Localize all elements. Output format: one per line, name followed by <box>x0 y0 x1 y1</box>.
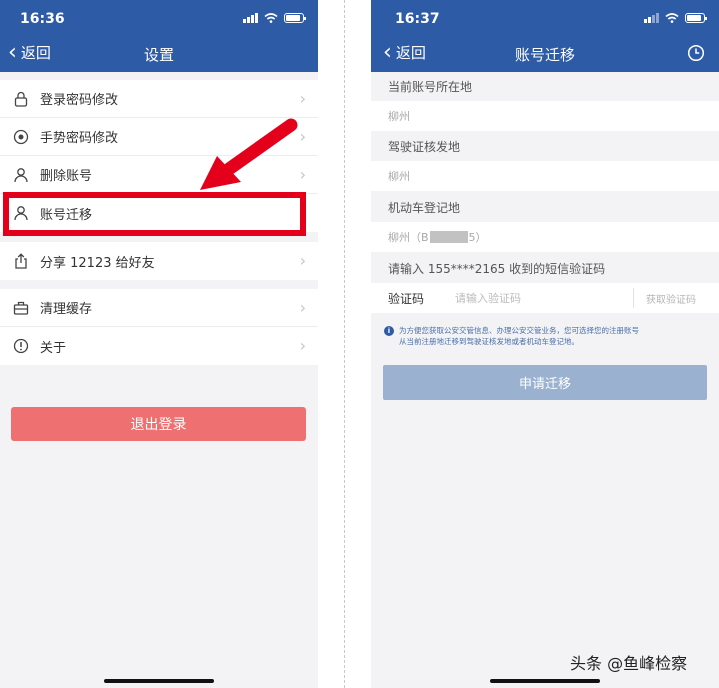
notice-line-2: 从当前注册地迁移到驾驶证核发地或者机动车登记地。 <box>399 337 579 346</box>
red-arrow-icon <box>200 118 298 190</box>
chevron-right-icon: › <box>299 127 306 146</box>
info-icon: i <box>384 326 394 336</box>
chevron-right-icon: › <box>299 251 306 270</box>
notice-line-1: 为方便您获取公安交管信息、办理公安交管业务，您可选择您的注册账号 <box>399 326 639 335</box>
menu-item-account-migration[interactable]: 账号迁移 <box>0 194 318 232</box>
top-bar: 16:37 ‹ 返回 账号迁移 <box>371 0 719 72</box>
field-separator <box>633 288 634 308</box>
signal-icon <box>644 13 659 23</box>
vehicle-reg-suffix: 5） <box>468 231 487 244</box>
status-time: 16:36 <box>20 11 65 27</box>
home-indicator <box>490 679 600 683</box>
menu-item-login-password[interactable]: 登录密码修改 › <box>0 80 318 118</box>
apply-migration-button[interactable]: 申请迁移 <box>383 365 707 400</box>
wifi-icon <box>264 13 278 23</box>
vehicle-reg-label: 机动车登记地 <box>388 201 461 215</box>
info-icon <box>12 337 30 355</box>
sms-prompt: 请输入 155****2165 收到的短信验证码 <box>388 262 606 276</box>
code-label: 验证码 <box>388 291 425 306</box>
radio-dot-icon <box>12 128 30 146</box>
chevron-right-icon: › <box>299 336 306 355</box>
menu-item-label: 清理缓存 <box>40 302 93 317</box>
status-icons <box>243 13 306 23</box>
menu-item-label: 手势密码修改 <box>40 131 119 146</box>
watermark: 头条 @鱼峰检察 <box>570 654 688 673</box>
status-time: 16:37 <box>395 11 440 27</box>
chevron-right-icon: › <box>299 298 306 317</box>
share-icon <box>12 252 30 270</box>
current-location-label: 当前账号所在地 <box>388 80 473 94</box>
history-clock-icon[interactable] <box>687 44 705 62</box>
vehicle-reg-field: 柳州（B 5） <box>371 222 719 252</box>
license-issue-field: 柳州 <box>371 161 719 191</box>
chevron-left-icon: ‹ <box>8 39 17 65</box>
menu-item-share[interactable]: 分享 12123 给好友 › <box>0 242 318 280</box>
chevron-right-icon: › <box>299 165 306 184</box>
menu-item-clear-cache[interactable]: 清理缓存 › <box>0 289 318 327</box>
chevron-left-icon: ‹ <box>383 39 392 65</box>
person-icon <box>12 166 30 184</box>
chevron-right-icon: › <box>299 89 306 108</box>
settings-group-share: 分享 12123 给好友 › <box>0 242 318 280</box>
lock-icon <box>12 90 30 108</box>
menu-item-about[interactable]: 关于 › <box>0 327 318 365</box>
top-bar: 16:36 ‹ 返回 设置 <box>0 0 318 72</box>
logout-button[interactable]: 退出登录 <box>11 407 306 441</box>
account-migration-screen: 16:37 ‹ 返回 账号迁移 当前账号所在地 柳州 驾驶证核发地 柳州 机动车… <box>371 0 719 688</box>
license-issue-value: 柳州 <box>388 170 410 183</box>
back-label: 返回 <box>395 44 426 62</box>
briefcase-icon <box>12 299 30 317</box>
settings-group-misc: 清理缓存 › 关于 › <box>0 289 318 365</box>
menu-item-label: 登录密码修改 <box>40 93 119 108</box>
battery-icon <box>284 13 306 23</box>
vehicle-reg-prefix: 柳州（B <box>388 231 429 244</box>
back-button[interactable]: ‹ 返回 <box>383 39 426 65</box>
current-location-field: 柳州 <box>371 101 719 131</box>
license-issue-label: 驾驶证核发地 <box>388 140 461 154</box>
menu-item-label: 账号迁移 <box>40 207 93 223</box>
divider-line <box>344 0 345 688</box>
settings-screen: 16:36 ‹ 返回 设置 登录密码修改 › 手势密码修改 › 删除账号 › 账… <box>0 0 318 688</box>
verification-code-row: 验证码 获取验证码 <box>371 283 719 313</box>
status-icons <box>644 13 707 23</box>
signal-icon <box>243 13 258 23</box>
menu-item-label: 分享 12123 给好友 <box>40 255 155 271</box>
person-icon <box>12 204 30 222</box>
battery-icon <box>685 13 707 23</box>
masked-plate <box>429 231 468 243</box>
current-location-value: 柳州 <box>388 110 410 123</box>
get-code-button[interactable]: 获取验证码 <box>646 291 696 306</box>
migration-notice: i 为方便您获取公安交管信息、办理公安交管业务，您可选择您的注册账号 从当前注册… <box>384 325 706 347</box>
menu-item-label: 关于 <box>40 340 67 356</box>
back-button[interactable]: ‹ 返回 <box>8 39 51 65</box>
verification-code-input[interactable] <box>455 291 625 305</box>
home-indicator <box>104 679 214 683</box>
wifi-icon <box>665 13 679 23</box>
back-label: 返回 <box>20 44 51 62</box>
notice-text: 为方便您获取公安交管信息、办理公安交管业务，您可选择您的注册账号 从当前注册地迁… <box>399 325 639 347</box>
menu-item-label: 删除账号 <box>40 169 93 184</box>
